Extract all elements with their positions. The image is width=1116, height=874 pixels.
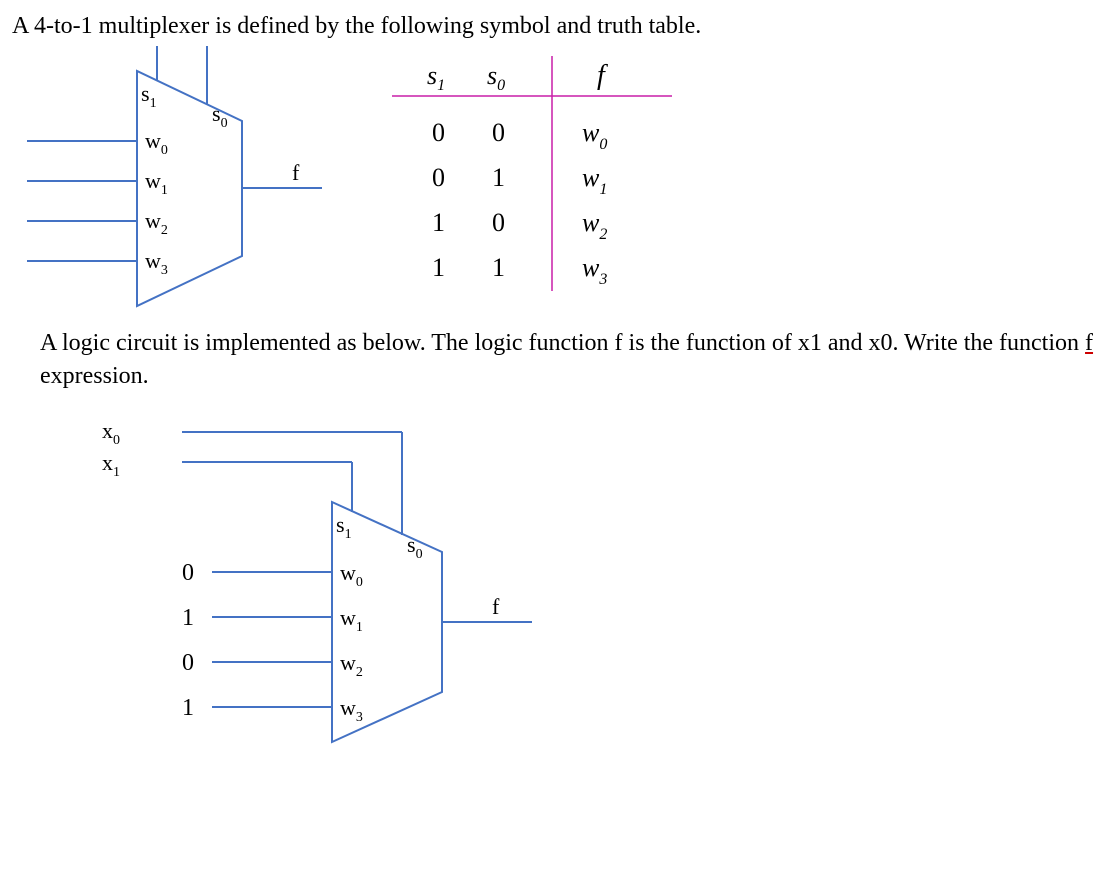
tt-r3-s1: 1 <box>432 253 445 282</box>
sel-s0-label: s0 <box>212 101 228 131</box>
impl-d2-const: 0 <box>182 650 194 676</box>
intro-text: A 4-to-1 multiplexer is defined by the f… <box>12 10 1104 42</box>
w3-label: w3 <box>145 248 168 278</box>
tt-r3-f: w3 <box>582 253 607 288</box>
tt-r0-s0: 0 <box>492 118 505 147</box>
tt-r2-s0: 0 <box>492 208 505 237</box>
impl-w3: w3 <box>340 695 363 725</box>
impl-s1-label: s1 <box>336 512 352 542</box>
tt-r1-f: w1 <box>582 163 607 198</box>
w1-label: w1 <box>145 168 168 198</box>
th-f: f <box>597 60 608 91</box>
th-s1: s1 <box>427 61 445 94</box>
tt-r0-s1: 0 <box>432 118 445 147</box>
impl-x0-label: x0 <box>102 418 120 448</box>
w0-label: w0 <box>145 128 168 158</box>
tt-r3-s0: 1 <box>492 253 505 282</box>
w2-label: w2 <box>145 208 168 238</box>
para-implement: A logic circuit is implemented as below.… <box>40 327 1104 392</box>
impl-x1-label: x1 <box>102 450 120 480</box>
impl-d1-const: 1 <box>182 605 194 631</box>
tt-r1-s1: 0 <box>432 163 445 192</box>
truth-table: s1 s0 f 0 0 w0 0 1 w1 1 0 w2 <box>372 46 692 301</box>
output-f-label: f <box>292 160 300 185</box>
tt-r0-f: w0 <box>582 118 607 153</box>
tt-r2-f: w2 <box>582 208 607 243</box>
impl-w2: w2 <box>340 650 363 680</box>
impl-d3-const: 1 <box>182 695 194 721</box>
impl-out: f <box>492 594 500 619</box>
impl-d0-const: 0 <box>182 560 194 586</box>
tt-r2-s1: 1 <box>432 208 445 237</box>
th-s0: s0 <box>487 61 505 94</box>
impl-s0-label: s0 <box>407 532 423 562</box>
implementation-circuit: s1 s0 x0 x1 0 1 0 1 w0 w1 <box>42 412 562 772</box>
mux-symbol-diagram: s1 s0 w0 w1 w2 w3 f <box>12 46 332 321</box>
sel-s1-label: s1 <box>141 81 157 111</box>
tt-r1-s0: 1 <box>492 163 505 192</box>
impl-w1: w1 <box>340 605 363 635</box>
impl-w0: w0 <box>340 560 363 590</box>
